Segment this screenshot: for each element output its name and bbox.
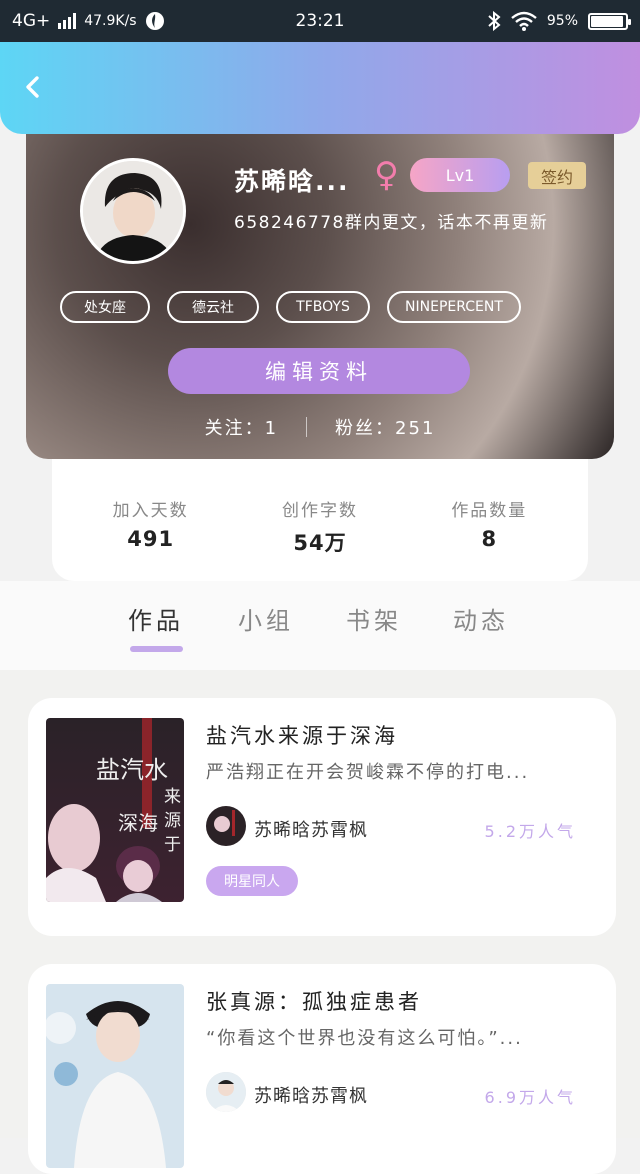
work-description: 严浩翔正在开会贺峻霖不停的打电... xyxy=(206,762,530,783)
edit-profile-button[interactable]: 编辑资料 xyxy=(168,348,470,394)
female-icon: ♀ xyxy=(374,155,399,195)
works-list: 盐汽水 来 源 深海 于 盐汽水来源于深海 严浩翔正在开会贺峻霖不停的打电...… xyxy=(0,670,640,1174)
level-badge: Lv1 xyxy=(410,158,510,192)
tag-item[interactable]: TFBOYS xyxy=(276,291,370,323)
wifi-icon xyxy=(511,11,537,31)
stat-join-days: 加入天数 491 xyxy=(81,458,221,581)
divider xyxy=(306,417,308,437)
follow-stats: 关注：1 粉丝：251 xyxy=(26,414,614,440)
profile-tabs: 作品 小组 书架 动态 xyxy=(0,581,640,670)
signed-badge: 签约 xyxy=(528,162,586,189)
avatar[interactable] xyxy=(80,158,186,264)
stats-card: 加入天数 491 创作字数 54万 作品数量 8 xyxy=(52,458,588,581)
work-popularity: 5.2万人气 xyxy=(484,822,576,841)
top-header xyxy=(0,42,640,134)
stat-works-count: 作品数量 8 xyxy=(419,458,559,581)
following-count[interactable]: 关注：1 xyxy=(205,414,278,440)
active-tab-indicator xyxy=(130,646,183,652)
stat-word-count: 创作字数 54万 xyxy=(250,458,390,581)
tab-works[interactable]: 作品 xyxy=(128,601,184,636)
profile-name: 苏晞晗... xyxy=(234,167,350,196)
tab-activity[interactable]: 动态 xyxy=(453,601,509,636)
cover-title: 源 xyxy=(164,811,181,830)
work-description: “你看这个世界也没有这么可怕。”... xyxy=(206,1028,523,1049)
work-popularity: 6.9万人气 xyxy=(484,1088,576,1107)
profile-bio: 658246778群内更文，话本不再更新 xyxy=(234,213,549,233)
author-avatar[interactable] xyxy=(206,806,246,846)
author-avatar[interactable] xyxy=(206,1072,246,1112)
profile-card: 苏晞晗... ♀ Lv1 签约 658246778群内更文，话本不再更新 处女座… xyxy=(26,124,614,459)
chevron-left-icon[interactable] xyxy=(18,72,48,102)
stat-label: 加入天数 xyxy=(112,501,189,521)
work-card[interactable]: 盐汽水 来 源 深海 于 盐汽水来源于深海 严浩翔正在开会贺峻霖不停的打电...… xyxy=(28,698,616,936)
cover-title: 于 xyxy=(164,835,181,854)
stat-value: 8 xyxy=(481,527,498,551)
tab-bookshelf[interactable]: 书架 xyxy=(346,601,402,636)
work-title[interactable]: 盐汽水来源于深海 xyxy=(206,720,398,750)
network-speed: 47.9K/s xyxy=(84,13,137,29)
network-type: 4G+ xyxy=(12,11,51,31)
tab-groups[interactable]: 小组 xyxy=(238,601,294,636)
tag-item[interactable]: 德云社 xyxy=(167,291,259,323)
stat-label: 创作字数 xyxy=(281,501,358,521)
status-bar: 4G+ 47.9K/s 23:21 95% xyxy=(0,0,640,42)
cover-title: 深海 xyxy=(118,812,158,835)
work-cover[interactable] xyxy=(46,984,184,1168)
tag-item[interactable]: 处女座 xyxy=(60,291,150,323)
work-card[interactable]: 张真源：孤独症患者 “你看这个世界也没有这么可怕。”... 苏晞晗苏霄枫 6.9… xyxy=(28,964,616,1174)
work-cover[interactable]: 盐汽水 来 源 深海 于 xyxy=(46,718,184,902)
work-category-tag[interactable]: 明星同人 xyxy=(206,866,298,896)
clock: 23:21 xyxy=(295,11,345,31)
interest-tags: 处女座 德云社 TFBOYS NINEPERCENT xyxy=(60,291,521,323)
battery-percent: 95% xyxy=(546,13,578,29)
work-title[interactable]: 张真源：孤独症患者 xyxy=(206,986,422,1016)
cover-title: 盐汽水 xyxy=(96,757,168,784)
tag-item[interactable]: NINEPERCENT xyxy=(387,291,521,323)
stat-value: 54万 xyxy=(293,531,347,555)
cover-title: 来 xyxy=(164,787,181,806)
work-author[interactable]: 苏晞晗苏霄枫 xyxy=(254,1082,368,1108)
app-notification-icon xyxy=(145,12,164,30)
work-author[interactable]: 苏晞晗苏霄枫 xyxy=(254,816,368,842)
stat-label: 作品数量 xyxy=(451,501,528,521)
signal-icon xyxy=(58,13,77,29)
stat-value: 491 xyxy=(127,527,175,551)
followers-count[interactable]: 粉丝：251 xyxy=(335,414,435,440)
battery-icon xyxy=(588,12,631,30)
bluetooth-icon xyxy=(488,11,501,31)
